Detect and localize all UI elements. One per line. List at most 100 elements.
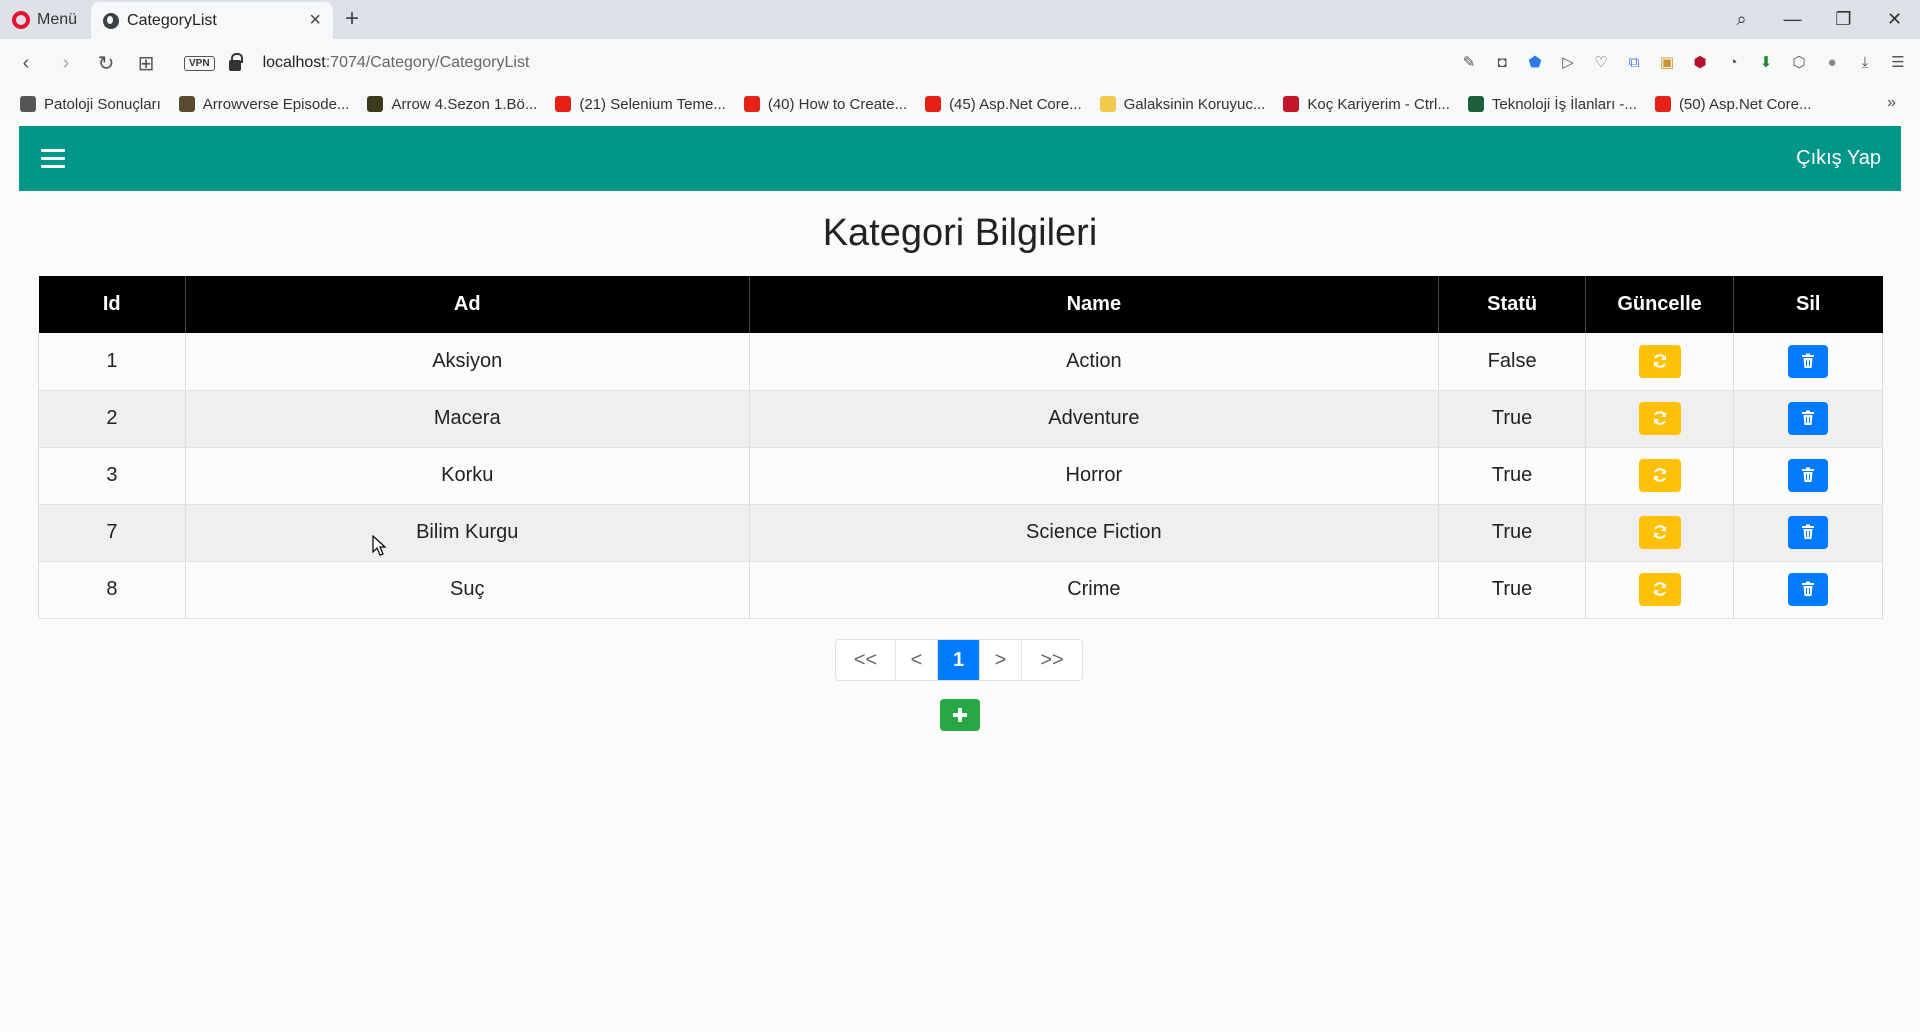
close-window-button[interactable]: ✕ bbox=[1869, 9, 1920, 30]
bookmark-item[interactable]: Patoloji Sonuçları bbox=[20, 96, 161, 113]
table-row: 1 Aksiyon Action False bbox=[38, 333, 1883, 391]
bookmark-label: Koç Kariyerim - Ctrl... bbox=[1307, 95, 1450, 113]
easy-setup-icon[interactable]: ☰ bbox=[1888, 53, 1908, 73]
bookmark-item[interactable]: Galaksinin Koruyuc... bbox=[1099, 96, 1265, 113]
page-title: Kategori Bilgileri bbox=[822, 212, 1098, 254]
bookmark-label: (21) Selenium Teme... bbox=[579, 95, 726, 113]
browser-tab[interactable]: CategoryList × bbox=[91, 2, 334, 39]
category-table: Id Ad Name Statü Güncelle Sil 1 Aksiyon Ac… bbox=[38, 276, 1883, 619]
bookmark-favicon-icon bbox=[1099, 96, 1116, 112]
update-button[interactable] bbox=[1638, 516, 1681, 549]
refresh-icon bbox=[1653, 353, 1666, 368]
bookmark-label: (45) Asp.Net Core... bbox=[949, 95, 1082, 113]
add-category-button[interactable] bbox=[940, 699, 980, 731]
cell-name: Crime bbox=[749, 561, 1440, 619]
cell-update bbox=[1585, 333, 1735, 391]
cube-icon[interactable]: ⬡ bbox=[1789, 53, 1809, 73]
speed-dial-icon[interactable]: ⊞ bbox=[126, 51, 166, 76]
header-delete: Sil bbox=[1733, 276, 1883, 333]
opera-menu-button[interactable]: Menü bbox=[0, 0, 91, 39]
bookmark-item[interactable]: Arrowverse Episode... bbox=[178, 96, 349, 113]
opera-logo-icon bbox=[12, 10, 30, 29]
profile-icon[interactable]: ● bbox=[1822, 53, 1842, 73]
reload-icon[interactable]: ↻ bbox=[86, 51, 126, 76]
page-first-button[interactable]: << bbox=[836, 640, 896, 680]
update-button[interactable] bbox=[1638, 402, 1681, 435]
search-tabs-icon[interactable]: ⌕ bbox=[1716, 9, 1767, 30]
bookmark-favicon-icon bbox=[743, 96, 760, 112]
bookmark-favicon-icon bbox=[1283, 96, 1300, 112]
cell-status: True bbox=[1438, 390, 1587, 448]
cell-name: Action bbox=[749, 333, 1440, 391]
shield-icon[interactable]: ⬟ bbox=[1525, 53, 1545, 73]
header-update: Güncelle bbox=[1585, 276, 1735, 333]
globe-icon bbox=[103, 12, 120, 29]
url-field[interactable]: localhost:7074/Category/CategoryList bbox=[263, 54, 530, 72]
update-button[interactable] bbox=[1638, 573, 1681, 606]
bookmark-item[interactable]: Teknoloji İş İlanları -... bbox=[1467, 95, 1637, 113]
page-next-button[interactable]: > bbox=[980, 640, 1022, 680]
page-current-button[interactable]: 1 bbox=[938, 640, 980, 680]
url-host: localhost bbox=[262, 54, 326, 71]
table-row: 2 Macera Adventure True bbox=[38, 390, 1883, 448]
cell-delete bbox=[1733, 561, 1883, 619]
forward-icon[interactable]: › bbox=[46, 52, 86, 75]
cell-name: Adventure bbox=[749, 390, 1440, 448]
bookmarks-bar: Patoloji Sonuçları Arrowverse Episode... A… bbox=[0, 87, 1920, 121]
send-icon[interactable]: ▷ bbox=[1558, 53, 1578, 73]
bookmark-label: Arrow 4.Sezon 1.Bö... bbox=[391, 95, 538, 113]
back-icon[interactable]: ‹ bbox=[6, 52, 46, 75]
page-prev-button[interactable]: < bbox=[896, 640, 938, 680]
bookmark-item[interactable]: (50) Asp.Net Core... bbox=[1654, 96, 1812, 113]
bookmark-label: (40) How to Create... bbox=[767, 95, 908, 113]
bookmark-item[interactable]: Arrow 4.Sezon 1.Bö... bbox=[367, 96, 537, 113]
header-status: Statü bbox=[1438, 276, 1587, 333]
page-last-button[interactable]: >> bbox=[1022, 640, 1082, 680]
translate-icon[interactable]: ⧉ bbox=[1624, 53, 1644, 73]
delete-button[interactable] bbox=[1788, 573, 1829, 606]
cell-ad: Macera bbox=[185, 390, 750, 448]
hamburger-menu-icon[interactable] bbox=[41, 149, 65, 169]
trash-icon bbox=[1802, 353, 1815, 368]
delete-button[interactable] bbox=[1788, 402, 1829, 435]
cell-ad: Korku bbox=[185, 447, 750, 505]
bookmark-favicon-icon bbox=[20, 96, 36, 112]
bookmark-item[interactable]: Koç Kariyerim - Ctrl... bbox=[1283, 96, 1450, 113]
mouse-cursor-icon bbox=[372, 535, 387, 556]
update-button[interactable] bbox=[1638, 459, 1681, 492]
new-tab-button[interactable]: + bbox=[333, 0, 371, 39]
page-content: Çıkış Yap Kategori Bilgileri Id Ad Name … bbox=[0, 121, 1920, 1032]
edit-icon[interactable]: ✎ bbox=[1459, 53, 1479, 73]
minimize-button[interactable]: — bbox=[1767, 9, 1818, 30]
bookmarks-overflow-icon[interactable]: » bbox=[1887, 94, 1896, 112]
browser-tab-bar: Menü CategoryList × + ⌕ — ❐ ✕ bbox=[0, 0, 1920, 39]
restore-button[interactable]: ❐ bbox=[1818, 9, 1869, 30]
cell-update bbox=[1585, 561, 1735, 619]
delete-button[interactable] bbox=[1788, 459, 1829, 492]
delete-button[interactable] bbox=[1788, 516, 1829, 549]
trash-icon bbox=[1802, 524, 1815, 539]
delete-button[interactable] bbox=[1788, 344, 1829, 378]
bookmark-item[interactable]: (21) Selenium Teme... bbox=[555, 95, 726, 113]
navbar: Çıkış Yap bbox=[19, 126, 1901, 191]
speedometer-icon[interactable]: ◔ bbox=[1723, 53, 1743, 73]
close-tab-icon[interactable]: × bbox=[309, 10, 321, 30]
bookmark-label: Teknoloji İş İlanları -... bbox=[1491, 95, 1637, 113]
bookmark-item[interactable]: (40) How to Create... bbox=[743, 95, 908, 113]
refresh-icon bbox=[1653, 468, 1666, 482]
bookmark-item[interactable]: (45) Asp.Net Core... bbox=[925, 96, 1082, 113]
heart-icon[interactable]: ♡ bbox=[1591, 53, 1611, 73]
logout-link[interactable]: Çıkış Yap bbox=[1796, 147, 1881, 170]
url-path: :7074/Category/CategoryList bbox=[325, 54, 530, 71]
lock-icon[interactable] bbox=[228, 53, 243, 71]
bookmark-favicon-icon bbox=[925, 96, 942, 112]
cell-update bbox=[1585, 504, 1735, 562]
briefcase-icon[interactable]: ▣ bbox=[1657, 53, 1677, 73]
camera-icon[interactable]: ◘ bbox=[1492, 53, 1512, 73]
downloads-icon[interactable]: ⤓ bbox=[1855, 53, 1875, 73]
bookmark-favicon-icon bbox=[555, 96, 572, 112]
update-button[interactable] bbox=[1638, 344, 1681, 378]
ublock-icon[interactable]: ⬢ bbox=[1690, 53, 1710, 73]
vpn-badge[interactable]: VPN bbox=[184, 55, 215, 71]
download-arrow-icon[interactable]: ⬇ bbox=[1756, 53, 1776, 73]
